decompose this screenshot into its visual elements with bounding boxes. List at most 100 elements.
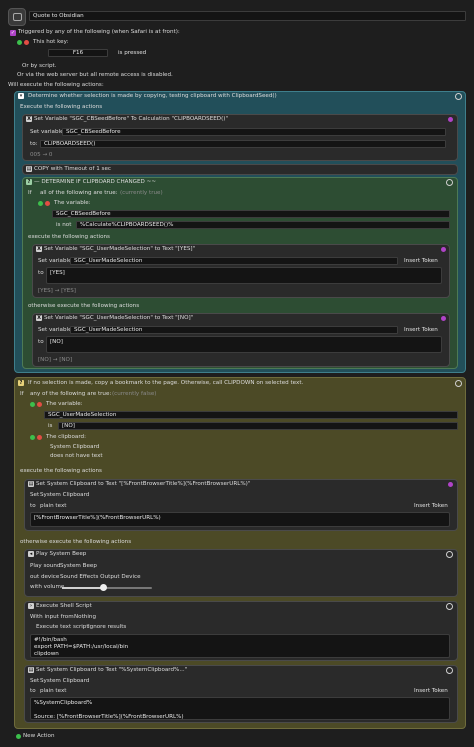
- if-status: (currently true): [120, 190, 163, 196]
- execute-label: execute the following actions: [20, 468, 102, 474]
- volume-slider[interactable]: [62, 584, 152, 591]
- preview-text: 005 → 0: [30, 152, 53, 158]
- variable-field[interactable]: SGC_UserMadeSelection: [44, 411, 458, 419]
- trigger-checkbox[interactable]: ✓: [10, 30, 16, 36]
- the-variable-label: The variable:: [54, 200, 91, 206]
- variable-field[interactable]: SGC_CBSeedBefore: [52, 210, 450, 218]
- remove-trigger-icon[interactable]: [24, 40, 29, 45]
- compare-value-field[interactable]: [NO]: [58, 422, 458, 430]
- clock-icon[interactable]: [455, 380, 462, 387]
- format-dropdown[interactable]: plain text: [40, 688, 66, 695]
- action-status-icon[interactable]: [448, 117, 453, 122]
- text-value-area[interactable]: %SystemClipboard% Source: [%FrontBrowser…: [30, 697, 450, 720]
- to-label: to: [30, 503, 36, 509]
- script-area[interactable]: #!/bin/bash export PATH=$PATH:/usr/local…: [30, 634, 450, 658]
- insert-token-button[interactable]: Insert Token: [414, 503, 448, 510]
- format-dropdown[interactable]: plain text: [40, 503, 66, 510]
- speaker-icon: ◂: [28, 551, 34, 557]
- if-condition[interactable]: all of the following are true:: [40, 190, 118, 197]
- action-title: Set Variable "SGC_UserMadeSelection" to …: [44, 246, 196, 252]
- preview-text: [NO] → [NO]: [38, 357, 73, 363]
- group-1-title: Determine whether selection is made by c…: [28, 93, 277, 99]
- copy-icon: ▤: [26, 166, 32, 172]
- clock-icon[interactable]: [446, 179, 453, 186]
- add-condition-icon[interactable]: [38, 201, 43, 206]
- text-value-area[interactable]: [YES]: [46, 267, 442, 284]
- volume-fill: [62, 587, 103, 589]
- volume-label: with volume: [30, 584, 65, 590]
- the-variable-label: The variable:: [46, 401, 83, 407]
- clipboard-dropdown[interactable]: System Clipboard: [40, 492, 89, 499]
- action-status-icon[interactable]: [441, 316, 446, 321]
- to-label: to: [30, 688, 36, 694]
- otherwise-label: otherwise execute the following actions: [20, 539, 132, 545]
- terminal-icon: ›: [28, 603, 34, 609]
- add-condition-icon[interactable]: [30, 435, 35, 440]
- out-device-label: out device: [30, 574, 60, 580]
- calculation-field[interactable]: CLIPBOARDSEED(): [40, 140, 446, 148]
- macro-name-field[interactable]: Quote to Obsidian: [29, 11, 466, 21]
- will-execute-text: Will execute the following actions:: [8, 82, 104, 88]
- input-label: With input from: [30, 614, 74, 620]
- clipboard-condition-dropdown[interactable]: does not have text: [50, 453, 103, 460]
- variable-field[interactable]: SGC_UserMadeSelection: [70, 257, 398, 265]
- clipboard-dropdown[interactable]: System Clipboard: [50, 444, 99, 451]
- action-title: Set Variable "SGC_CBSeedBefore" To Calcu…: [34, 116, 229, 122]
- device-dropdown[interactable]: Sound Effects Output Device: [60, 574, 141, 581]
- insert-token-button[interactable]: Insert Token: [414, 688, 448, 695]
- action-title: COPY with Timeout of 1 sec: [34, 166, 111, 172]
- if-icon: ?: [18, 380, 24, 386]
- action-title: Play System Beep: [36, 551, 87, 557]
- preview-text: [YES] → [YES]: [38, 288, 76, 294]
- if-icon: ?: [26, 179, 32, 185]
- or-script-text: Or by script.: [22, 63, 57, 69]
- variable-field[interactable]: SGC_UserMadeSelection: [70, 326, 398, 334]
- calculator-icon: X: [26, 116, 32, 122]
- action-play-beep: [24, 549, 458, 597]
- remove-condition-icon[interactable]: [45, 201, 50, 206]
- insert-token-button[interactable]: Insert Token: [404, 327, 438, 334]
- action-status-icon[interactable]: [448, 482, 453, 487]
- action-status-icon[interactable]: [441, 247, 446, 252]
- results-dropdown[interactable]: Ignore results: [88, 624, 126, 631]
- operator-dropdown[interactable]: is: [48, 423, 52, 430]
- operator-dropdown[interactable]: is not: [56, 222, 71, 229]
- sound-dropdown[interactable]: System Beep: [60, 563, 97, 570]
- hotkey-mode-dropdown[interactable]: is pressed: [118, 50, 146, 57]
- variable-icon: X: [36, 315, 42, 321]
- variable-icon: X: [36, 246, 42, 252]
- to-label: to:: [30, 141, 38, 147]
- clock-icon[interactable]: [455, 93, 462, 100]
- otherwise-label: otherwise execute the following actions: [28, 303, 140, 309]
- clock-icon[interactable]: [446, 551, 453, 558]
- clock-icon[interactable]: [446, 603, 453, 610]
- if-label: If: [28, 190, 32, 196]
- compare-value-field[interactable]: %Calculate%CLIPBOARDSEED()%: [76, 221, 450, 229]
- input-dropdown[interactable]: Nothing: [74, 614, 96, 621]
- remove-condition-icon[interactable]: [37, 402, 42, 407]
- execute-label: execute the following actions: [28, 234, 110, 240]
- add-trigger-icon[interactable]: [17, 40, 22, 45]
- new-action-button[interactable]: New Action: [23, 733, 55, 740]
- variable-field[interactable]: SGC_CBSeedBefore: [62, 128, 446, 136]
- macro-icon: [8, 8, 26, 26]
- group-toggle-icon[interactable]: ▾: [18, 93, 24, 99]
- set-label: Set: [30, 492, 40, 498]
- insert-token-button[interactable]: Insert Token: [404, 258, 438, 265]
- volume-thumb[interactable]: [99, 584, 107, 591]
- remove-condition-icon[interactable]: [37, 435, 42, 440]
- or-web-text: Or via the web server but all remote acc…: [17, 72, 173, 78]
- add-condition-icon[interactable]: [30, 402, 35, 407]
- if-condition[interactable]: any of the following are true:: [30, 391, 111, 398]
- hotkey-field[interactable]: F16: [48, 49, 108, 57]
- clock-icon[interactable]: [446, 667, 453, 674]
- text-value-area[interactable]: [%FrontBrowserTitle%](%FrontBrowserURL%): [30, 512, 450, 527]
- execute-mode-dropdown[interactable]: Execute text script: [36, 624, 89, 631]
- hotkey-label: This hot key:: [33, 39, 69, 45]
- set-label: Set variable: [38, 258, 72, 264]
- add-action-icon[interactable]: [16, 734, 21, 739]
- the-clipboard-label: The clipboard:: [46, 434, 86, 440]
- to-label: to: [38, 339, 44, 345]
- text-value-area[interactable]: [NO]: [46, 336, 442, 353]
- clipboard-dropdown[interactable]: System Clipboard: [40, 678, 89, 685]
